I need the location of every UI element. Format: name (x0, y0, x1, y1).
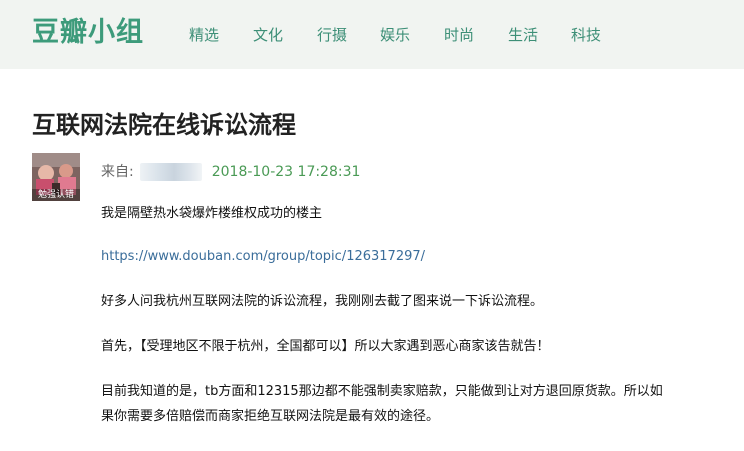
topic-title: 互联网法院在线诉讼流程 (32, 111, 296, 139)
nav-item-culture[interactable]: 文化 (253, 24, 283, 46)
content-paragraph: 好多人问我杭州互联网法院的诉讼流程，我刚刚去截了图来说一下诉讼流程。 (101, 294, 544, 309)
douban-group-logo[interactable]: 豆瓣小组 (32, 14, 144, 52)
top-navigation-bar: 豆瓣小组 精选 文化 行摄 娱乐 时尚 生活 科技 (0, 0, 744, 69)
from-label: 来自: (101, 164, 134, 180)
referenced-topic-link[interactable]: https://www.douban.com/group/topic/12631… (101, 245, 425, 269)
nav-item-fashion[interactable]: 时尚 (444, 24, 474, 46)
content-paragraph: 首先，【受理地区不限于杭州，全国都可以】所以大家遇到恶心商家该告就告！ (101, 339, 550, 354)
topic-meta: 来自: 2018-10-23 17:28:31 (101, 161, 360, 183)
content-paragraph: 果你需要多倍赔偿而商家拒绝互联网法院是最有效的途径。 (101, 409, 440, 424)
post-timestamp: 2018-10-23 17:28:31 (211, 164, 361, 180)
author-name-blurred[interactable] (139, 163, 202, 181)
nav-item-entertainment[interactable]: 娱乐 (380, 24, 410, 46)
nav-item-travel[interactable]: 行摄 (317, 24, 347, 46)
nav-item-tech[interactable]: 科技 (571, 24, 601, 46)
nav-item-life[interactable]: 生活 (508, 24, 538, 46)
content-paragraph: 我是隔壁热水袋爆炸楼维权成功的楼主 (101, 206, 323, 221)
content-paragraph: 目前我知道的是，tb方面和12315那边都不能强制卖家赔款，只能做到让对方退回原… (101, 384, 663, 399)
author-avatar[interactable]: 勉强认错 (32, 153, 80, 201)
nav-item-featured[interactable]: 精选 (189, 24, 219, 46)
avatar-caption: 勉强认错 (32, 189, 80, 201)
